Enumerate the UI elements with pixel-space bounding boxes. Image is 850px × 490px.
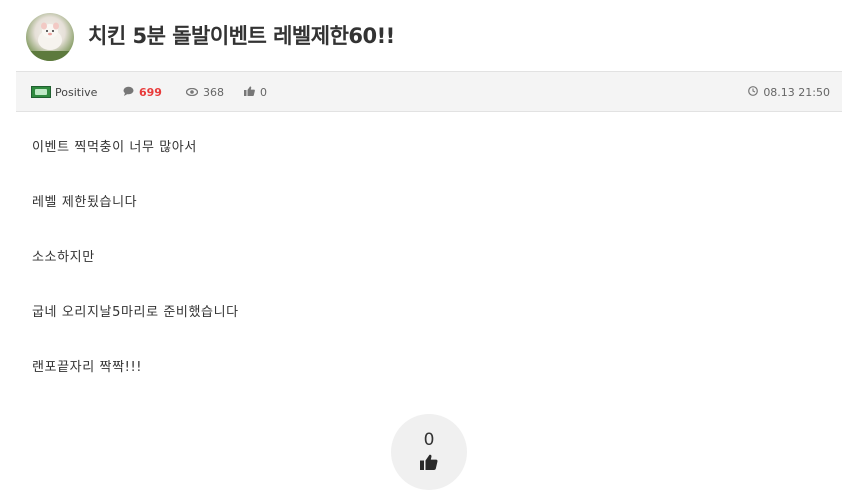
post-header: 치킨 5분 돌발이벤트 레벨제한60!! xyxy=(0,0,850,70)
thumbs-up-icon xyxy=(420,450,438,470)
content-line: 굽네 오리지날5마리로 준비했습니다 xyxy=(32,305,239,320)
author-avatar[interactable] xyxy=(26,13,74,61)
post-title: 치킨 5분 돌발이벤트 레벨제한60!! xyxy=(88,24,395,48)
views-count: 368 xyxy=(203,85,224,99)
content-line: 이벤트 찍먹충이 너무 많아서 xyxy=(32,140,197,155)
avatar-image xyxy=(26,22,74,61)
views-info: 368 xyxy=(185,85,224,99)
author-name[interactable]: Positive xyxy=(55,86,97,99)
likes-count: 0 xyxy=(260,85,267,99)
eye-icon xyxy=(185,87,199,98)
comment-icon xyxy=(123,86,134,98)
author-info[interactable]: Positive xyxy=(31,85,97,99)
comment-count: 699 xyxy=(139,85,162,99)
content-line: 레벨 제한됬습니다 xyxy=(32,195,138,210)
content-line: 랜포끝자리 짝짝!!! xyxy=(32,360,143,375)
like-button-count: 0 xyxy=(423,430,435,450)
clock-icon xyxy=(748,86,759,98)
comment-info[interactable]: 699 xyxy=(123,85,162,99)
content-line: 소소하지만 xyxy=(32,250,95,265)
post-meta-bar: Positive 699 368 0 08.13 21:50 xyxy=(16,71,842,112)
post-time: 08.13 21:50 xyxy=(748,85,830,99)
level-badge-icon xyxy=(31,86,51,98)
likes-info: 0 xyxy=(244,85,267,99)
like-button[interactable]: 0 xyxy=(391,414,467,490)
post-datetime: 08.13 21:50 xyxy=(763,85,830,99)
thumbs-up-icon xyxy=(244,86,255,98)
